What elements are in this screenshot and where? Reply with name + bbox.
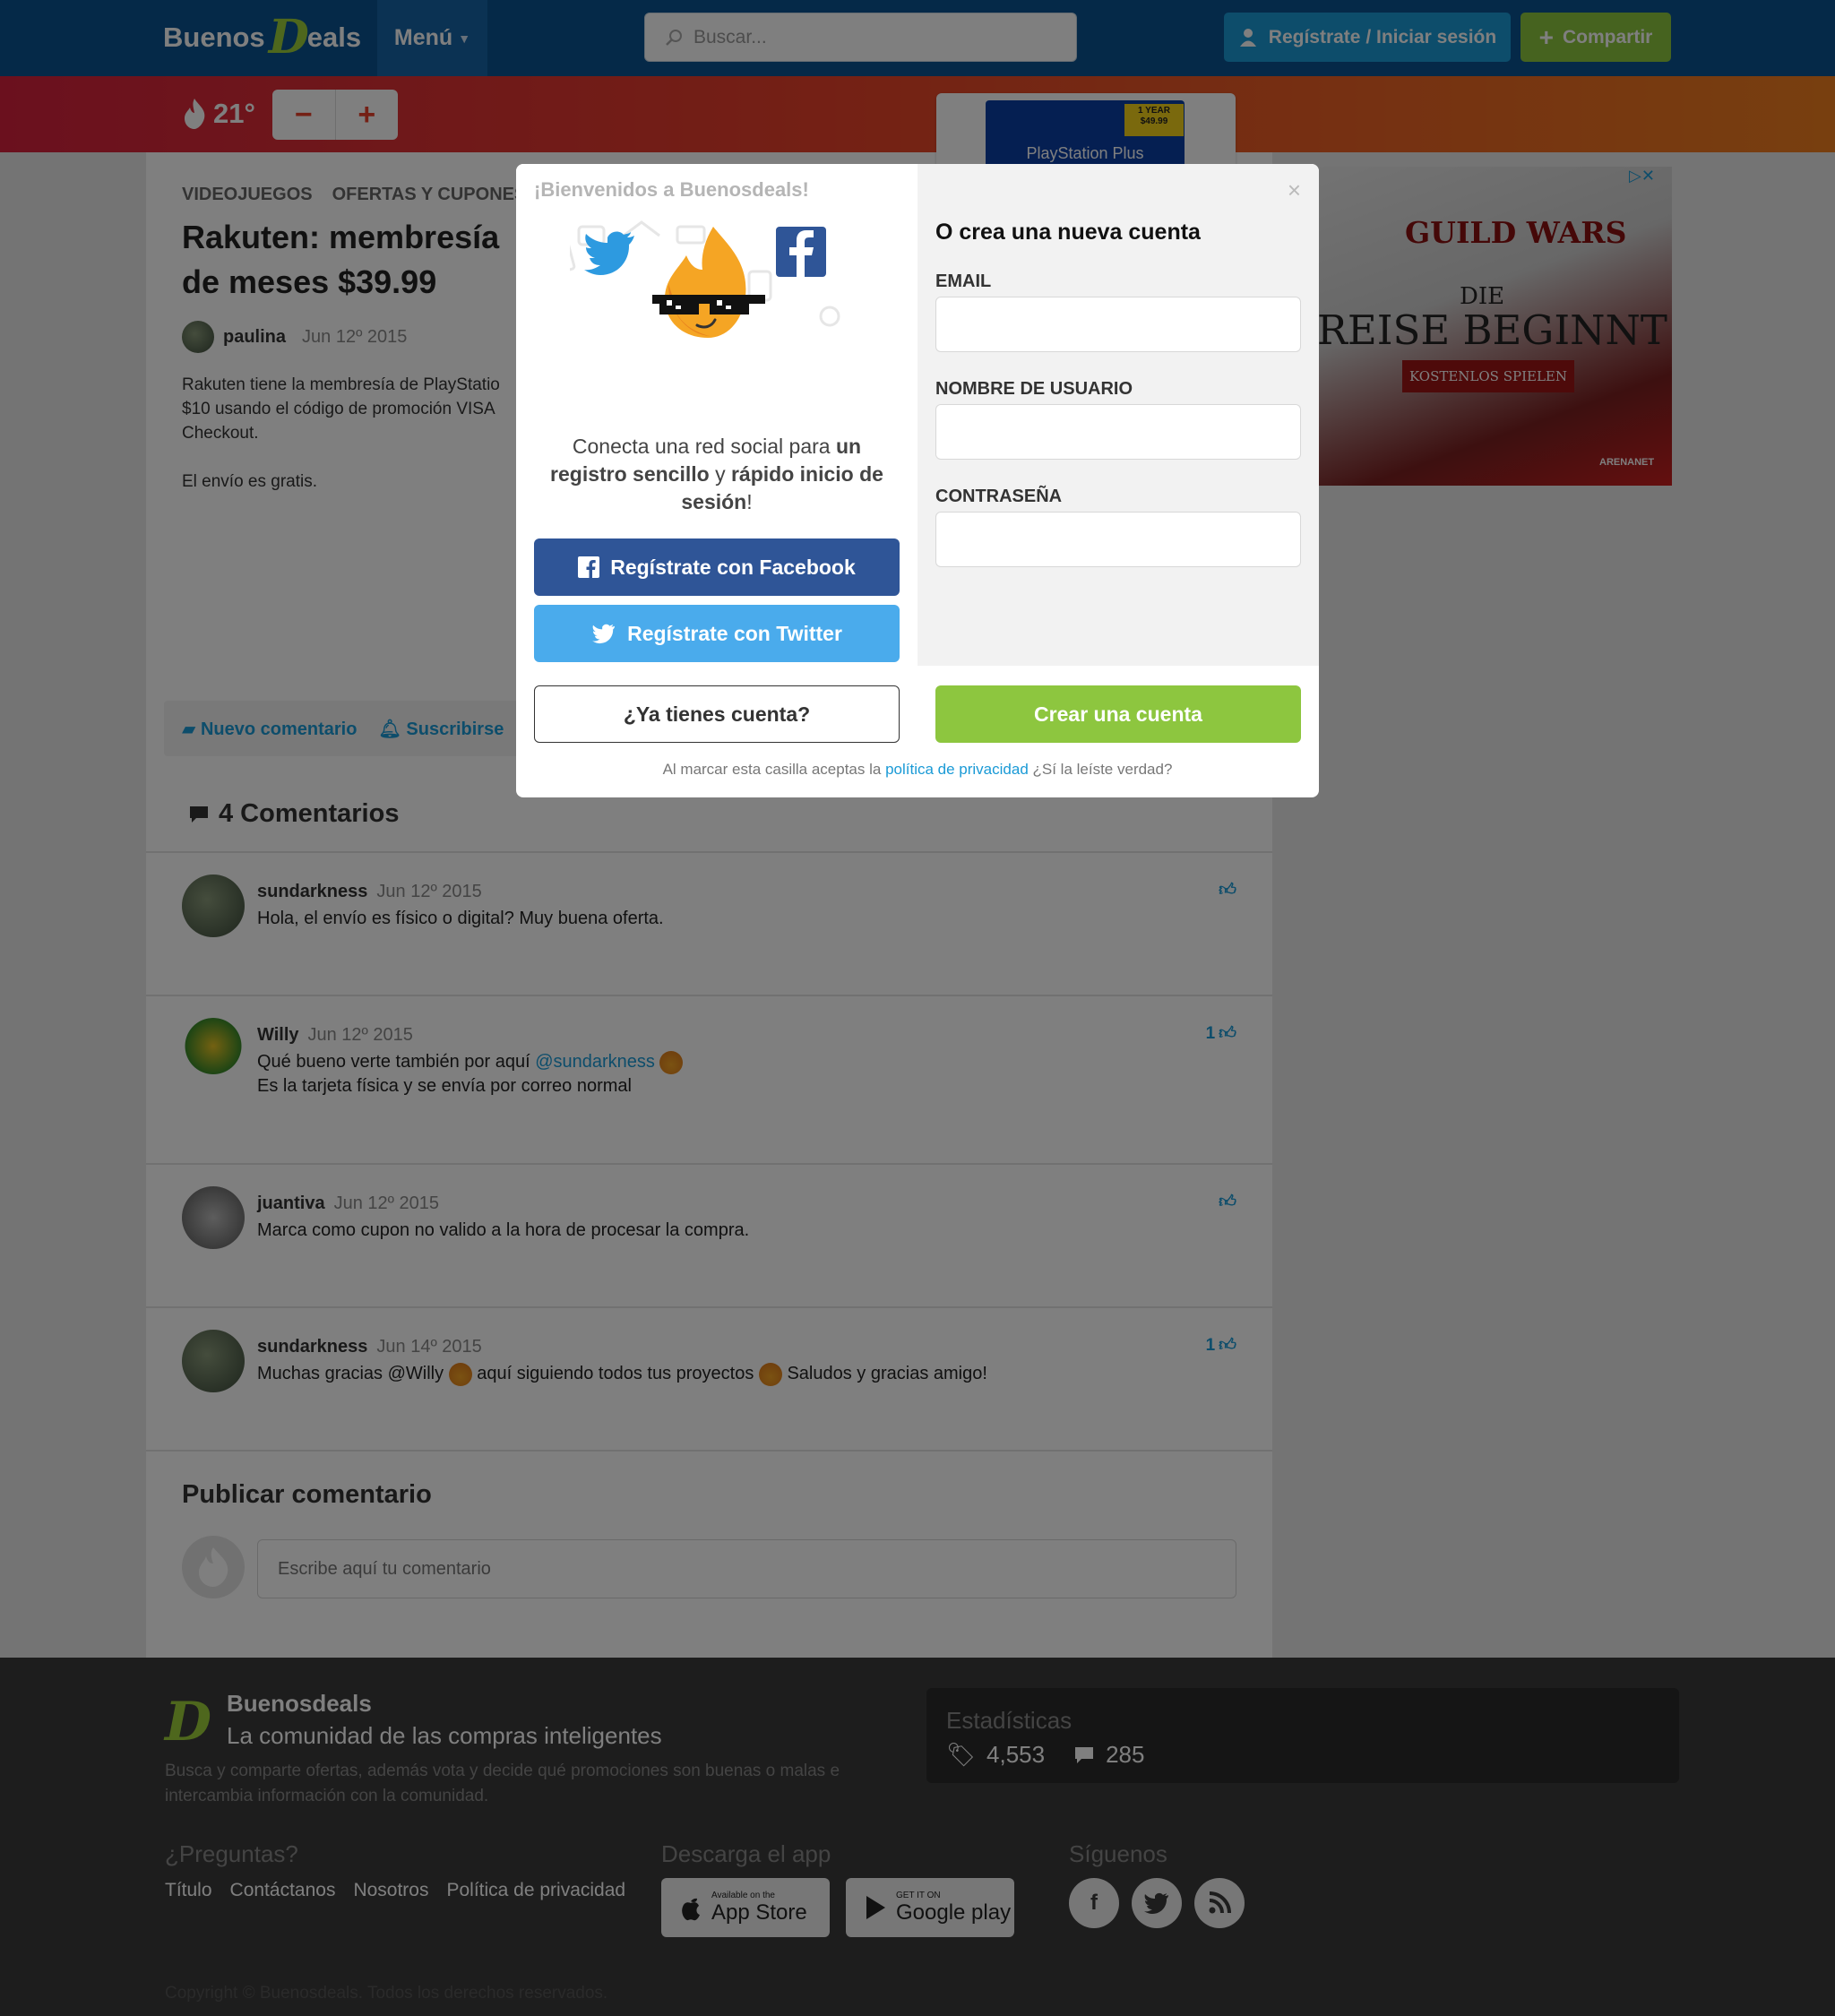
modal-welcome-title: ¡Bienvenidos a Buenosdeals! bbox=[534, 178, 809, 201]
mascot-illustration bbox=[570, 220, 840, 338]
privacy-notice: Al marcar esta casilla aceptas la políti… bbox=[662, 761, 1173, 778]
facebook-logo-icon bbox=[776, 227, 826, 277]
facebook-signup-button[interactable]: Regístrate con Facebook bbox=[534, 538, 900, 596]
create-account-button[interactable]: Crear una cuenta bbox=[935, 685, 1301, 743]
username-label: NOMBRE DE USUARIO bbox=[935, 379, 1133, 399]
email-field[interactable] bbox=[935, 297, 1301, 352]
twitter-signup-button[interactable]: Regístrate con Twitter bbox=[534, 605, 900, 662]
username-field[interactable] bbox=[935, 404, 1301, 460]
privacy-policy-link[interactable]: política de privacidad bbox=[885, 761, 1029, 778]
password-label: CONTRASEÑA bbox=[935, 487, 1063, 506]
password-field[interactable] bbox=[935, 512, 1301, 567]
close-icon[interactable]: × bbox=[1288, 177, 1301, 204]
email-label: EMAIL bbox=[935, 271, 992, 291]
social-connect-text: Conecta una red social para un registro … bbox=[550, 435, 883, 513]
facebook-icon bbox=[578, 556, 600, 578]
twitter-bird-icon bbox=[584, 231, 634, 275]
twitter-icon bbox=[592, 624, 616, 644]
signup-modal: ¡Bienvenidos a Buenosdeals! × Conecta un… bbox=[516, 164, 1319, 797]
create-account-header: O crea una nueva cuenta bbox=[935, 220, 1201, 245]
have-account-button[interactable]: ¿Ya tienes cuenta? bbox=[534, 685, 900, 743]
